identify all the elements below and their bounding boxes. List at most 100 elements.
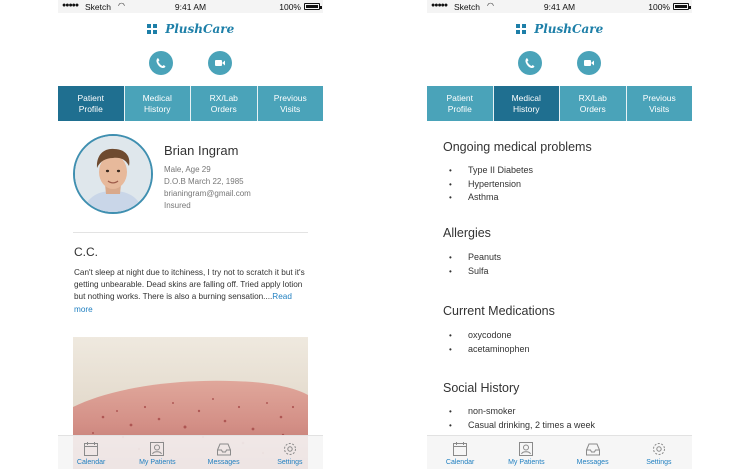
allergies-list: Peanuts Sulfa — [449, 251, 501, 278]
ongoing-problems-title: Ongoing medical problems — [443, 140, 592, 154]
medical-history-screen: ●●●●● Sketch ◠ 9:41 AM 100% PlushCare Pa… — [427, 0, 692, 469]
tab-patient-profile[interactable]: Patient Profile — [427, 86, 494, 121]
status-bar: ●●●●● Sketch ◠ 9:41 AM 100% — [58, 0, 323, 13]
tab-rx-lab-orders[interactable]: RX/Lab Orders — [560, 86, 627, 121]
tab-label: Orders — [210, 103, 237, 114]
tab-label: Medical — [142, 92, 172, 103]
social-history-title: Social History — [443, 381, 520, 395]
medications-title: Current Medications — [443, 304, 555, 318]
nav-messages[interactable]: Messages — [191, 436, 257, 469]
nav-settings[interactable]: Settings — [257, 436, 323, 469]
patient-icon — [124, 441, 190, 458]
tab-label: History — [513, 103, 540, 114]
tab-label: RX/Lab — [578, 92, 607, 103]
patient-info: Brian Ingram Male, Age 29 D.O.B March 22… — [164, 143, 251, 212]
calendar-icon — [427, 441, 493, 458]
phone-icon — [525, 58, 535, 69]
patient-name: Brian Ingram — [164, 143, 239, 158]
battery-icon — [673, 3, 691, 10]
patient-dob: D.O.B March 22, 1985 — [164, 177, 244, 186]
logo-mark-icon — [515, 23, 526, 34]
inbox-icon — [191, 441, 257, 458]
app-logo: PlushCare — [58, 20, 323, 36]
chief-complaint-body: Can't sleep at night due to itchiness, I… — [74, 268, 305, 302]
logo-text: PlushCare — [534, 21, 604, 36]
app-logo: PlushCare — [427, 20, 692, 36]
tab-label: Visits — [280, 103, 301, 114]
tab-label: Medical — [511, 92, 541, 103]
phone-call-button[interactable] — [518, 51, 542, 75]
tab-medical-history[interactable]: Medical History — [493, 86, 560, 121]
nav-messages[interactable]: Messages — [560, 436, 626, 469]
chief-complaint-title: C.C. — [74, 245, 98, 259]
phone-call-button[interactable] — [149, 51, 173, 75]
tab-previous-visits[interactable]: Previous Visits — [257, 86, 323, 121]
medications-list: oxycodone acetaminophen — [449, 329, 530, 356]
tab-label: Visits — [649, 103, 670, 114]
nav-label: My Patients — [508, 459, 545, 466]
nav-calendar[interactable]: Calendar — [427, 436, 493, 469]
bottom-tab-bar: Calendar My Patients Messages Settings — [58, 435, 323, 469]
list-item: Asthma — [449, 191, 533, 205]
patient-email: brianingram@gmail.com — [164, 189, 251, 198]
tab-rx-lab-orders[interactable]: RX/Lab Orders — [191, 86, 258, 121]
list-item: Sulfa — [449, 265, 501, 279]
list-item: Type II Diabetes — [449, 164, 533, 178]
inbox-icon — [560, 441, 626, 458]
list-item: acetaminophen — [449, 343, 530, 357]
nav-label: Messages — [576, 459, 609, 466]
nav-calendar[interactable]: Calendar — [58, 436, 124, 469]
video-call-button[interactable] — [208, 51, 232, 75]
nav-settings[interactable]: Settings — [626, 436, 692, 469]
bottom-tab-bar: Calendar My Patients Messages Settings — [427, 435, 692, 469]
divider — [73, 232, 308, 233]
video-call-button[interactable] — [577, 51, 601, 75]
tab-label: Orders — [579, 103, 606, 114]
profile-tab-bar: Patient Profile Medical History RX/Lab Orde… — [427, 86, 692, 121]
tab-label: RX/Lab — [209, 92, 238, 103]
tab-label: Previous — [642, 92, 676, 103]
tab-previous-visits[interactable]: Previous Visits — [626, 86, 692, 121]
nav-label: Messages — [207, 459, 240, 466]
phone-icon — [156, 58, 166, 69]
profile-tab-bar: Patient Profile Medical History RX/Lab Orde… — [58, 86, 323, 121]
video-camera-icon — [584, 60, 594, 66]
nav-my-patients[interactable]: My Patients — [493, 436, 559, 469]
battery-percent: 100% — [648, 1, 670, 12]
logo-text: PlushCare — [165, 21, 235, 36]
tab-patient-profile[interactable]: Patient Profile — [58, 86, 125, 121]
tab-medical-history[interactable]: Medical History — [124, 86, 191, 121]
list-item: Hypertension — [449, 178, 533, 192]
calendar-icon — [58, 441, 124, 458]
allergies-title: Allergies — [443, 226, 491, 240]
gear-icon — [257, 441, 323, 458]
battery-percent: 100% — [279, 1, 301, 12]
status-bar: ●●●●● Sketch ◠ 9:41 AM 100% — [427, 0, 692, 13]
gear-icon — [626, 441, 692, 458]
list-item: Casual drinking, 2 times a week — [449, 419, 595, 433]
patient-icon — [493, 441, 559, 458]
battery-icon — [304, 3, 322, 10]
tab-label: Profile — [447, 103, 472, 114]
ongoing-problems-list: Type II Diabetes Hypertension Asthma — [449, 164, 533, 205]
tab-label: Patient — [446, 92, 473, 103]
nav-label: Settings — [277, 459, 303, 466]
tab-label: History — [144, 103, 171, 114]
avatar-portrait — [75, 136, 151, 212]
patient-profile-screen: ●●●●● Sketch ◠ 9:41 AM 100% PlushCare Pa… — [58, 0, 323, 469]
logo-mark-icon — [146, 23, 157, 34]
nav-my-patients[interactable]: My Patients — [124, 436, 190, 469]
patient-sex-age: Male, Age 29 — [164, 165, 211, 174]
list-item: Peanuts — [449, 251, 501, 265]
nav-label: Calendar — [76, 459, 106, 466]
video-camera-icon — [215, 60, 225, 66]
nav-label: My Patients — [139, 459, 176, 466]
nav-label: Settings — [646, 459, 672, 466]
tab-label: Patient — [77, 92, 104, 103]
nav-label: Calendar — [445, 459, 475, 466]
list-item: oxycodone — [449, 329, 530, 343]
patient-avatar — [73, 134, 153, 214]
list-item: non-smoker — [449, 405, 595, 419]
patient-insurance: Insured — [164, 201, 191, 210]
tab-label: Profile — [78, 103, 103, 114]
